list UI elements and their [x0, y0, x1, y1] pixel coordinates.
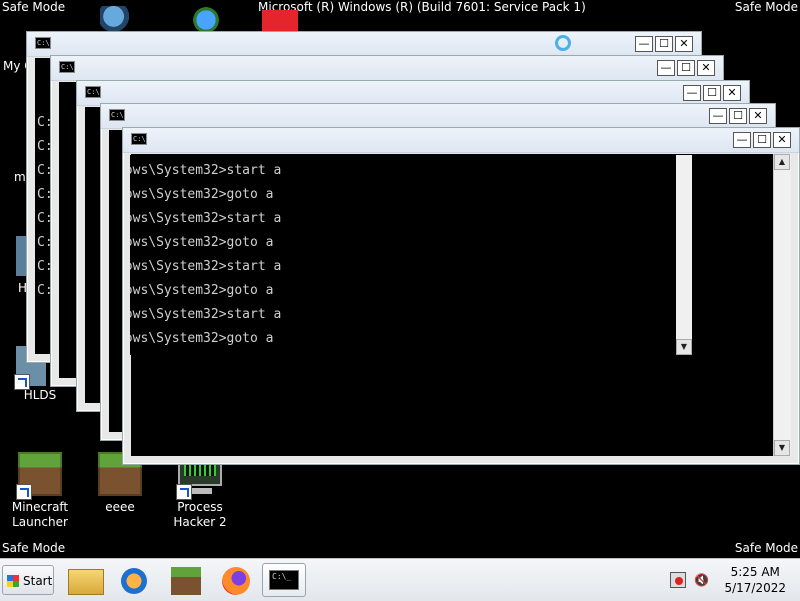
console-output-front[interactable]: C:\Windows\System32>start a C:\Windows\S…	[130, 155, 692, 355]
clock-date: 5/17/2022	[724, 581, 786, 595]
minimize-button[interactable]: —	[657, 60, 675, 76]
cmd-icon: C:\	[35, 37, 51, 49]
console-line: C:\Windows\System32>start a	[130, 163, 282, 178]
minimize-button[interactable]: —	[635, 36, 653, 52]
media-player-icon	[121, 568, 147, 594]
red-app-icon[interactable]	[262, 10, 298, 32]
close-button[interactable]: ✕	[675, 36, 693, 52]
desktop-icon-label: HLDS	[23, 388, 57, 402]
console-line: C:\Windows\System32>start a	[130, 307, 282, 322]
minimize-button[interactable]: —	[733, 132, 751, 148]
busy-cursor-icon	[555, 35, 571, 51]
console-line: C:\Windows\System32>goto a	[130, 235, 274, 250]
windows-flag-icon	[7, 575, 19, 587]
desktop-icon-label: Minecraft Launcher	[11, 500, 69, 529]
safe-mode-label-bottom-right: Safe Mode	[734, 541, 798, 555]
firefox-icon	[222, 567, 250, 595]
volume-muted-icon[interactable]: 🔇	[694, 573, 709, 587]
maximize-button[interactable]: ☐	[655, 36, 673, 52]
cmd-icon: C:\_	[269, 570, 299, 590]
desktop-label-m: m	[14, 170, 26, 184]
maximize-button[interactable]: ☐	[703, 85, 721, 101]
title-bar[interactable]: C:\ — ☐ ✕	[51, 56, 723, 81]
shortcut-arrow-icon	[176, 484, 192, 500]
desktop-icon-label: eeee	[105, 500, 135, 514]
network-icon[interactable]	[100, 6, 134, 32]
scroll-up-button[interactable]: ▲	[774, 154, 790, 170]
maximize-button[interactable]: ☐	[729, 108, 747, 124]
start-label: Start	[23, 574, 53, 588]
cmd-icon: C:\	[109, 109, 125, 121]
start-button[interactable]: Start	[2, 565, 54, 595]
taskbar-firefox[interactable]	[212, 563, 260, 597]
close-button[interactable]: ✕	[697, 60, 715, 76]
desktop-icon-label: Process Hacker 2	[173, 500, 227, 529]
network-status-icon[interactable]	[670, 572, 686, 588]
scroll-down-button[interactable]: ▼	[676, 339, 692, 355]
console-line: C:\Windows\System32>start a	[130, 259, 282, 274]
console-line: C:\Windows\System32>start a	[130, 211, 282, 226]
cmd-icon: C:\	[131, 133, 147, 145]
taskbar: Start C:\_ 🔇 5:25 AM 5/17/2022	[0, 558, 800, 601]
console-line: C:\Windows\System32>goto a	[130, 283, 274, 298]
vertical-scrollbar[interactable]: ▼	[676, 155, 692, 355]
close-button[interactable]: ✕	[723, 85, 741, 101]
scroll-down-button[interactable]: ▼	[774, 440, 790, 456]
clock[interactable]: 5:25 AM 5/17/2022	[724, 564, 786, 596]
minimize-button[interactable]: —	[709, 108, 727, 124]
minecraft-launcher-icon	[16, 452, 62, 500]
close-button[interactable]: ✕	[749, 108, 767, 124]
clock-time: 5:25 AM	[730, 565, 780, 579]
taskbar-minecraft[interactable]	[162, 563, 210, 597]
system-tray: 🔇 5:25 AM 5/17/2022	[662, 559, 800, 601]
taskbar-cmd[interactable]: C:\_	[262, 563, 306, 597]
shortcut-arrow-icon	[16, 484, 32, 500]
title-bar[interactable]: C:\ — ☐ ✕	[27, 32, 701, 57]
taskbar-media-player[interactable]	[110, 563, 158, 597]
explorer-icon	[68, 569, 104, 595]
minimize-button[interactable]: —	[683, 85, 701, 101]
safe-mode-label-bottom-left: Safe Mode	[2, 541, 66, 555]
desktop-icon-minecraft-launcher[interactable]: Minecraft Launcher	[0, 452, 80, 530]
shortcut-arrow-icon	[14, 374, 30, 390]
title-bar[interactable]: C:\ — ☐ ✕	[123, 128, 799, 153]
vertical-scrollbar[interactable]: ▲ ▼	[773, 154, 791, 456]
internet-icon[interactable]	[190, 6, 222, 34]
close-button[interactable]: ✕	[773, 132, 791, 148]
maximize-button[interactable]: ☐	[753, 132, 771, 148]
safe-mode-label-top-left: Safe Mode	[2, 0, 66, 14]
os-build-title: Microsoft (R) Windows (R) (Build 7601: S…	[258, 0, 586, 14]
cmd-icon: C:\	[59, 61, 75, 73]
cmd-icon: C:\	[85, 86, 101, 98]
console-line: C:\Windows\System32>goto a	[130, 187, 274, 202]
taskbar-explorer[interactable]	[62, 563, 110, 597]
maximize-button[interactable]: ☐	[677, 60, 695, 76]
title-bar[interactable]: C:\ — ☐ ✕	[101, 104, 775, 129]
console-line: C:\Windows\System32>goto a	[130, 331, 274, 346]
minecraft-icon	[171, 567, 201, 595]
safe-mode-label-top-right: Safe Mode	[734, 0, 798, 14]
